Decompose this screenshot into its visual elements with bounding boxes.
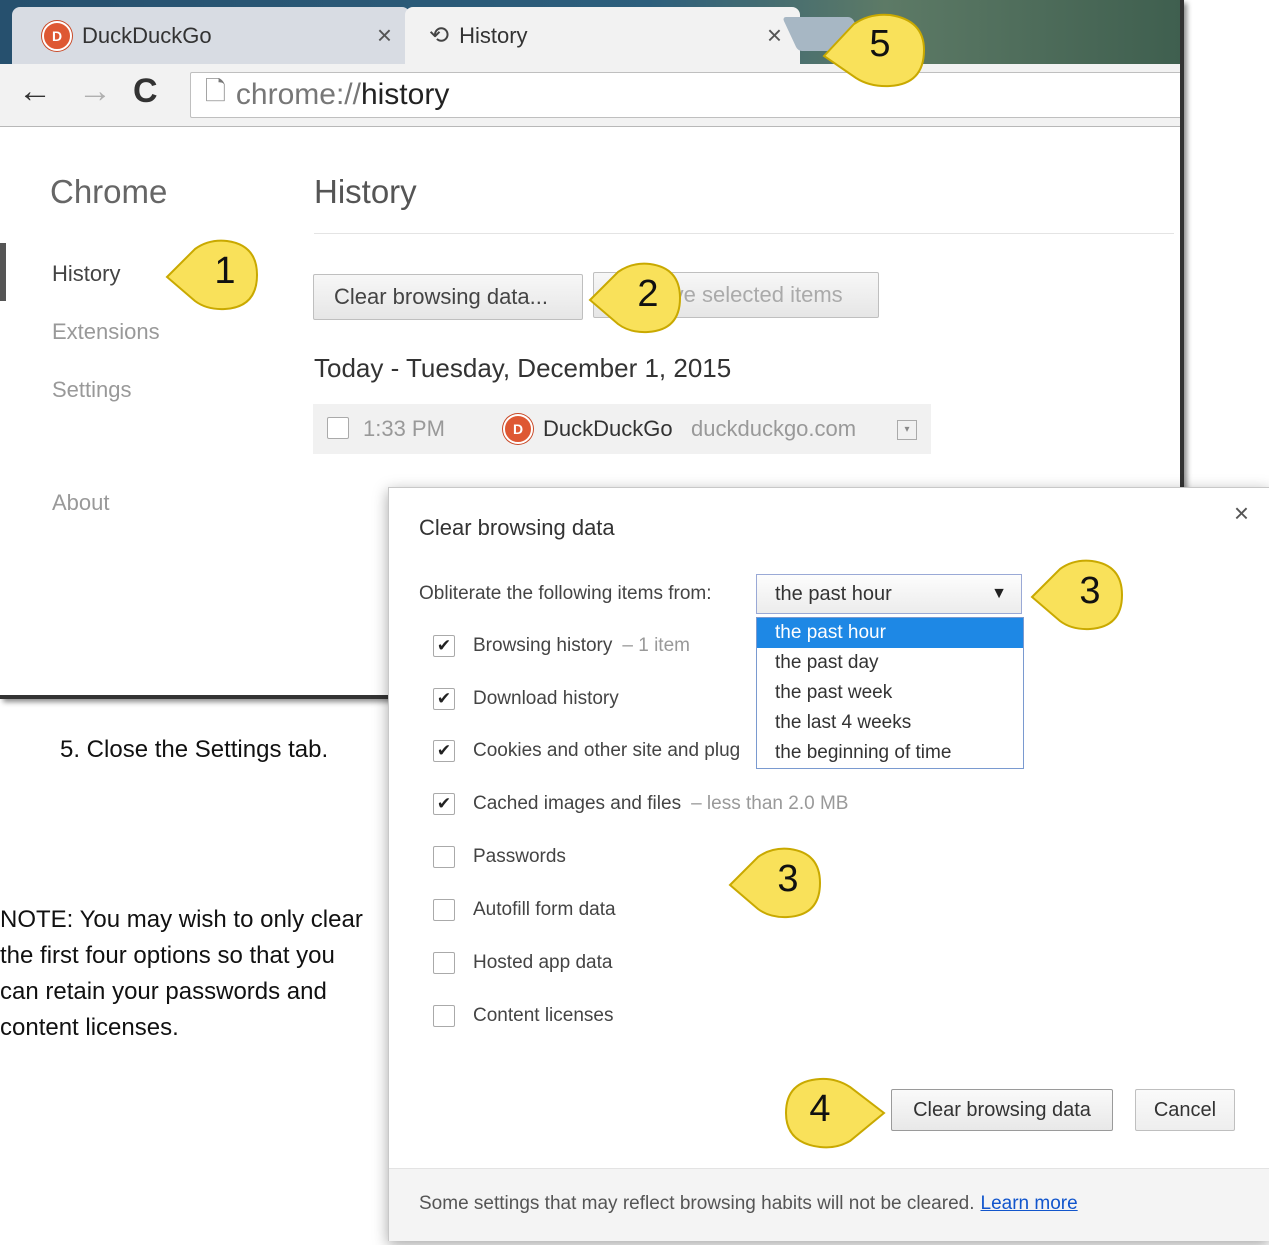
- callout-number: 5: [869, 23, 891, 65]
- entry-time: 1:33 PM: [363, 416, 445, 441]
- footer-text: Some settings that may reflect browsing …: [419, 1193, 1078, 1215]
- checkbox-passwords[interactable]: Passwords: [433, 846, 566, 868]
- entry-domain: duckduckgo.com: [691, 416, 857, 441]
- dropdown-arrow-icon: ▼: [991, 585, 1007, 602]
- tab-label: History: [459, 22, 528, 48]
- instruction-note: NOTE: You may wish to only clear the fir…: [0, 906, 363, 1041]
- time-range-select[interactable]: the past hour ▼: [756, 574, 1022, 614]
- range-option[interactable]: the last 4 weeks: [757, 708, 1023, 738]
- sidebar-item-extensions[interactable]: Extensions: [52, 319, 160, 345]
- callout-number: 3: [1079, 570, 1101, 612]
- checkbox-browsing-history[interactable]: ✔ Browsing history – 1 item: [433, 635, 690, 657]
- entry-checkbox[interactable]: [327, 417, 349, 439]
- checkbox-hosted-app-data[interactable]: Hosted app data: [433, 952, 612, 974]
- page-title: History: [314, 173, 417, 210]
- checkbox-cookies[interactable]: ✔ Cookies and other site and plug: [433, 740, 740, 762]
- checkbox-label: Cached images and files: [473, 793, 682, 814]
- tab-close-icon[interactable]: ×: [377, 20, 392, 51]
- checkbox-unchecked[interactable]: [433, 899, 455, 921]
- checkbox-label: Hosted app data: [473, 952, 613, 973]
- checkbox-label: Content licenses: [473, 1005, 614, 1026]
- checkbox-cached-images[interactable]: ✔ Cached images and files – less than 2.…: [433, 793, 848, 815]
- learn-more-link[interactable]: Learn more: [981, 1193, 1078, 1214]
- sidebar-selection-marker: [0, 243, 6, 301]
- tab-strip: D DuckDuckGo × ⟲ History ×: [0, 0, 1180, 64]
- time-range-options: the past hour the past day the past week…: [756, 617, 1024, 769]
- time-range-label: Obliterate the following items from:: [419, 583, 712, 604]
- checkbox-unchecked[interactable]: [433, 1005, 455, 1027]
- dialog-footer: Some settings that may reflect browsing …: [389, 1168, 1269, 1241]
- browser-toolbar: ← → C 🗋 chrome:// history: [0, 64, 1180, 127]
- history-entry: 1:33 PM D DuckDuckGo duckduckgo.com ▾: [313, 404, 931, 454]
- entry-menu-chevron-down-icon[interactable]: ▾: [897, 420, 917, 440]
- callout-number: 2: [637, 273, 659, 315]
- close-icon[interactable]: ×: [1234, 498, 1249, 529]
- checkbox-checked[interactable]: ✔: [433, 793, 455, 815]
- checkbox-label: Browsing history: [473, 635, 613, 656]
- callout-number: 3: [777, 858, 799, 900]
- checkbox-checked[interactable]: ✔: [433, 688, 455, 710]
- tab-duckduckgo[interactable]: D DuckDuckGo ×: [12, 7, 410, 64]
- date-heading: Today - Tuesday, December 1, 2015: [314, 353, 732, 383]
- instruction-step-5: 5. Close the Settings tab.: [60, 736, 329, 763]
- checkbox-note: – 1 item: [622, 635, 690, 656]
- confirm-clear-button[interactable]: Clear browsing data: [891, 1089, 1113, 1131]
- callout-badge-3: 3: [1030, 557, 1126, 633]
- range-option[interactable]: the past week: [757, 678, 1023, 708]
- checkbox-label: Cookies and other site and plug: [473, 740, 741, 761]
- checkbox-label: Download history: [473, 688, 619, 709]
- forward-button[interactable]: →: [78, 72, 112, 111]
- range-option[interactable]: the past day: [757, 648, 1023, 678]
- dialog-title: Clear browsing data: [419, 515, 615, 540]
- checkbox-content-licenses[interactable]: Content licenses: [433, 1005, 613, 1027]
- callout-badge-5: 5: [820, 10, 926, 88]
- callout-number: 1: [214, 250, 236, 292]
- checkbox-note: – less than 2.0 MB: [691, 793, 849, 814]
- page-icon: 🗋: [205, 76, 226, 106]
- callout-badge-2: 2: [588, 260, 684, 336]
- footer-message: Some settings that may reflect browsing …: [419, 1193, 975, 1214]
- checkbox-label: Passwords: [473, 846, 566, 867]
- tab-label: DuckDuckGo: [82, 22, 212, 48]
- checkbox-label: Autofill form data: [473, 899, 616, 920]
- checkbox-download-history[interactable]: ✔ Download history: [433, 688, 619, 710]
- tab-history[interactable]: ⟲ History ×: [405, 7, 800, 64]
- clear-browsing-data-button[interactable]: Clear browsing data...: [313, 274, 583, 320]
- range-option[interactable]: the beginning of time: [757, 738, 1023, 768]
- cancel-button[interactable]: Cancel: [1135, 1089, 1235, 1131]
- sidebar-item-history[interactable]: History: [52, 261, 120, 287]
- callout-number: 4: [809, 1088, 831, 1130]
- checkbox-checked[interactable]: ✔: [433, 740, 455, 762]
- entry-title-link[interactable]: DuckDuckGo: [543, 416, 673, 442]
- back-button[interactable]: ←: [18, 72, 52, 111]
- history-icon: ⟲: [429, 22, 450, 49]
- checkbox-unchecked[interactable]: [433, 846, 455, 868]
- range-option[interactable]: the past hour: [757, 618, 1023, 648]
- tab-close-icon[interactable]: ×: [767, 20, 782, 51]
- checkbox-checked[interactable]: ✔: [433, 635, 455, 657]
- sidebar-title: Chrome: [50, 173, 168, 210]
- url-path: history: [360, 78, 450, 111]
- checkbox-unchecked[interactable]: [433, 952, 455, 974]
- divider: [314, 233, 1174, 234]
- url-scheme: chrome://: [235, 78, 361, 111]
- sidebar-item-about[interactable]: About: [52, 490, 110, 516]
- callout-badge-1: 1: [165, 237, 261, 313]
- time-range-value: the past hour: [775, 582, 892, 605]
- sidebar-item-settings[interactable]: Settings: [52, 377, 132, 403]
- callout-badge-4: 4: [780, 1075, 886, 1151]
- duckduckgo-logo-icon: D: [42, 20, 72, 51]
- reload-button[interactable]: C: [133, 72, 158, 111]
- callout-badge-3b: 3: [728, 845, 824, 921]
- duckduckgo-logo-icon: D: [503, 414, 533, 444]
- address-bar[interactable]: 🗋 chrome:// history: [190, 72, 1180, 118]
- checkbox-autofill[interactable]: Autofill form data: [433, 899, 616, 921]
